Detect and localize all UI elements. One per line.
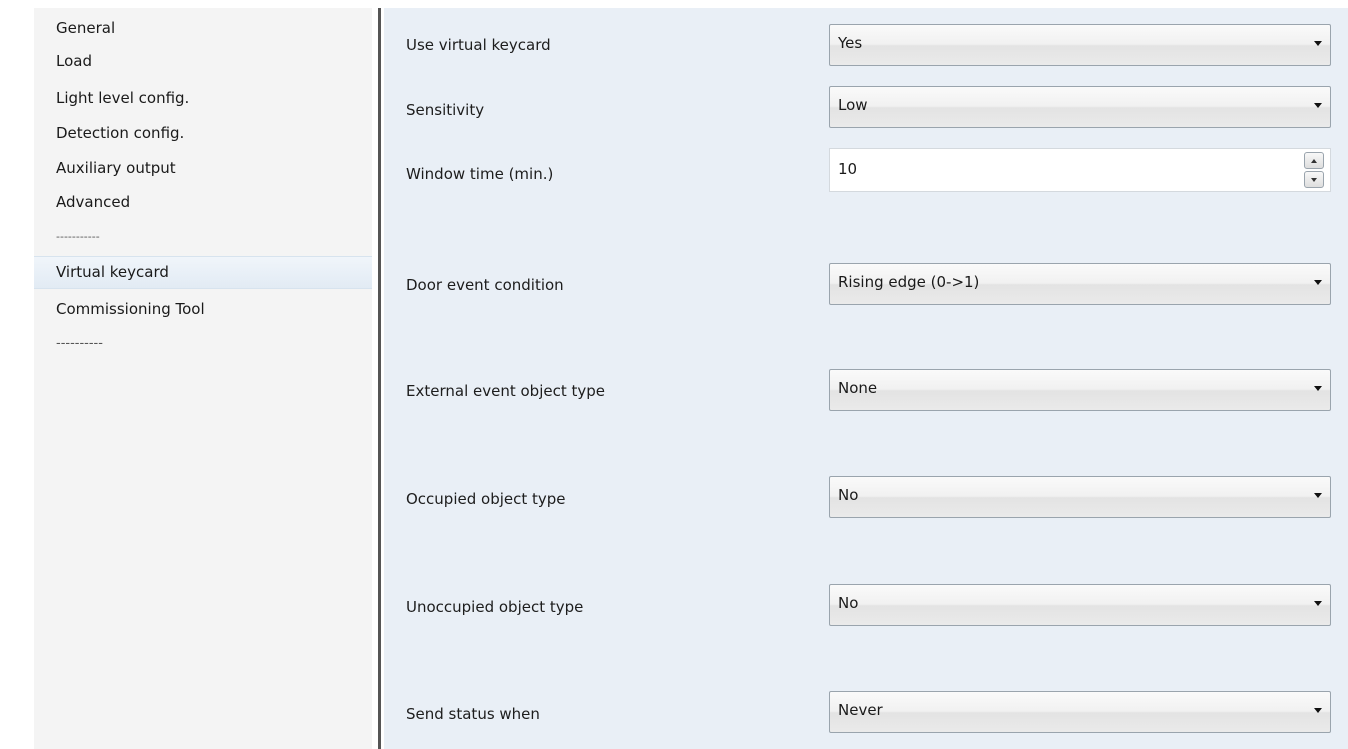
sidebar-separator: ----------- (56, 230, 100, 243)
chevron-down-icon (1314, 493, 1322, 498)
use-virtual-keycard-value: Yes (838, 34, 863, 52)
window-time-value: 10 (838, 160, 858, 178)
spin-down-button[interactable] (1304, 171, 1324, 188)
spin-up-button[interactable] (1304, 152, 1324, 169)
occupied-object-type-label: Occupied object type (406, 490, 566, 508)
sensitivity-dropdown[interactable]: Low (829, 86, 1331, 128)
window-time-label: Window time (min.) (406, 165, 554, 183)
sidebar-item-detection-config[interactable]: Detection config. (56, 123, 184, 143)
sidebar-item-virtual-keycard[interactable]: Virtual keycard (34, 256, 372, 289)
send-status-when-value: Never (838, 701, 883, 719)
chevron-down-icon (1314, 280, 1322, 285)
sidebar-item-general[interactable]: General (56, 18, 115, 38)
sensitivity-value: Low (838, 96, 868, 114)
use-virtual-keycard-label: Use virtual keycard (406, 36, 551, 54)
door-event-condition-dropdown[interactable]: Rising edge (0->1) (829, 263, 1331, 305)
sensitivity-label: Sensitivity (406, 101, 485, 119)
parameters-panel: Use virtual keycard Yes Sensitivity Low … (384, 8, 1348, 749)
occupied-object-type-dropdown[interactable]: No (829, 476, 1331, 518)
send-status-when-dropdown[interactable]: Never (829, 691, 1331, 733)
spin-up-icon (1311, 159, 1317, 163)
door-event-condition-label: Door event condition (406, 276, 564, 294)
sidebar-item-load[interactable]: Load (56, 51, 92, 71)
external-event-object-type-label: External event object type (406, 382, 605, 400)
occupied-object-type-value: No (838, 486, 859, 504)
sidebar: General Load Light level config. Detecti… (34, 8, 372, 749)
sidebar-item-commissioning-tool[interactable]: Commissioning Tool (56, 299, 205, 319)
parameter-window: General Load Light level config. Detecti… (0, 0, 1348, 749)
chevron-down-icon (1314, 103, 1322, 108)
spin-down-icon (1311, 178, 1317, 182)
window-time-spinbox[interactable]: 10 (829, 148, 1331, 192)
sidebar-item-auxiliary-output[interactable]: Auxiliary output (56, 158, 176, 178)
external-event-object-type-value: None (838, 379, 878, 397)
chevron-down-icon (1314, 601, 1322, 606)
sidebar-item-advanced[interactable]: Advanced (56, 192, 130, 212)
chevron-down-icon (1314, 708, 1322, 713)
chevron-down-icon (1314, 41, 1322, 46)
door-event-condition-value: Rising edge (0->1) (838, 273, 980, 291)
unoccupied-object-type-value: No (838, 594, 859, 612)
sidebar-item-light-level-config[interactable]: Light level config. (56, 88, 189, 108)
use-virtual-keycard-dropdown[interactable]: Yes (829, 24, 1331, 66)
chevron-down-icon (1314, 386, 1322, 391)
sidebar-separator: ---------- (56, 336, 103, 351)
send-status-when-label: Send status when (406, 705, 540, 723)
unoccupied-object-type-label: Unoccupied object type (406, 598, 584, 616)
panel-splitter[interactable] (378, 8, 381, 749)
unoccupied-object-type-dropdown[interactable]: No (829, 584, 1331, 626)
external-event-object-type-dropdown[interactable]: None (829, 369, 1331, 411)
